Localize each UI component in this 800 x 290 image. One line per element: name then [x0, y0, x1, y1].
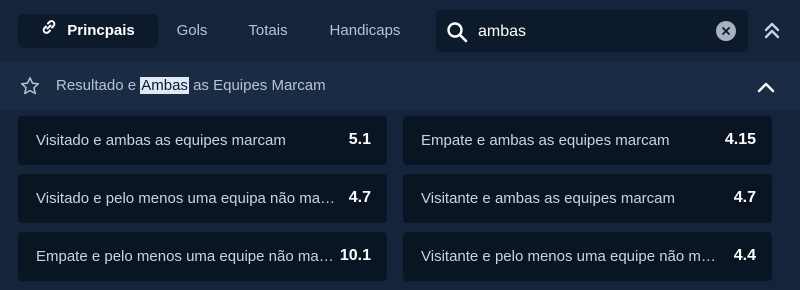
odd-label: Empate e ambas as equipes marcam: [421, 132, 670, 149]
market-filter-bar: Princpais Gols Totais Handicaps: [0, 0, 800, 62]
odd-value: 10.1: [339, 247, 371, 264]
odd-value: 5.1: [348, 131, 371, 148]
odd-label: Visitado e ambas as equipes marcam: [36, 132, 286, 149]
tab-label: Totais: [248, 22, 288, 39]
star-icon[interactable]: [20, 76, 40, 101]
odd-button[interactable]: Visitante e ambas as equipes marcam 4.7: [403, 174, 772, 223]
odd-value: 4.4: [733, 247, 756, 264]
odd-button[interactable]: Empate e pelo menos uma equipe não marca…: [18, 232, 387, 281]
odd-button[interactable]: Visitado e pelo menos uma equipa não mar…: [18, 174, 387, 223]
search-highlight: Ambas: [140, 77, 189, 94]
tab-handicaps[interactable]: Handicaps: [318, 14, 412, 48]
odd-value: 4.15: [724, 131, 756, 148]
tab-gols[interactable]: Gols: [166, 14, 218, 48]
odd-value: 4.7: [348, 189, 371, 206]
odd-label: Visitante e ambas as equipes marcam: [421, 190, 676, 207]
close-icon[interactable]: [716, 21, 736, 41]
link-icon: [41, 14, 57, 48]
tab-principais[interactable]: Princpais: [18, 14, 158, 48]
odd-button[interactable]: Visitante e pelo menos uma equipe não ma…: [403, 232, 772, 281]
market-section-header[interactable]: Resultado e Ambas as Equipes Marcam: [0, 62, 800, 110]
tab-label: Princpais: [67, 22, 135, 39]
tab-label: Gols: [176, 22, 208, 39]
double-chevron-up-icon[interactable]: [762, 20, 782, 42]
odd-button[interactable]: Empate e ambas as equipes marcam 4.15: [403, 116, 772, 165]
search-icon[interactable]: [446, 21, 468, 48]
tab-label: Handicaps: [329, 22, 401, 39]
chevron-up-icon[interactable]: [757, 80, 775, 98]
odd-label: Visitado e pelo menos uma equipa não mar…: [36, 190, 336, 207]
section-title: Resultado e Ambas as Equipes Marcam: [56, 77, 326, 94]
tab-totais[interactable]: Totais: [236, 14, 300, 48]
odd-label: Visitante e pelo menos uma equipe não ma…: [421, 248, 721, 265]
odds-grid: Visitado e ambas as equipes marcam 5.1 E…: [0, 110, 800, 290]
odd-button[interactable]: Visitado e ambas as equipes marcam 5.1: [18, 116, 387, 165]
odd-value: 4.7: [733, 189, 756, 206]
search-input[interactable]: [476, 18, 710, 46]
search-box: [436, 10, 748, 52]
odd-label: Empate e pelo menos uma equipe não marca: [36, 248, 336, 265]
